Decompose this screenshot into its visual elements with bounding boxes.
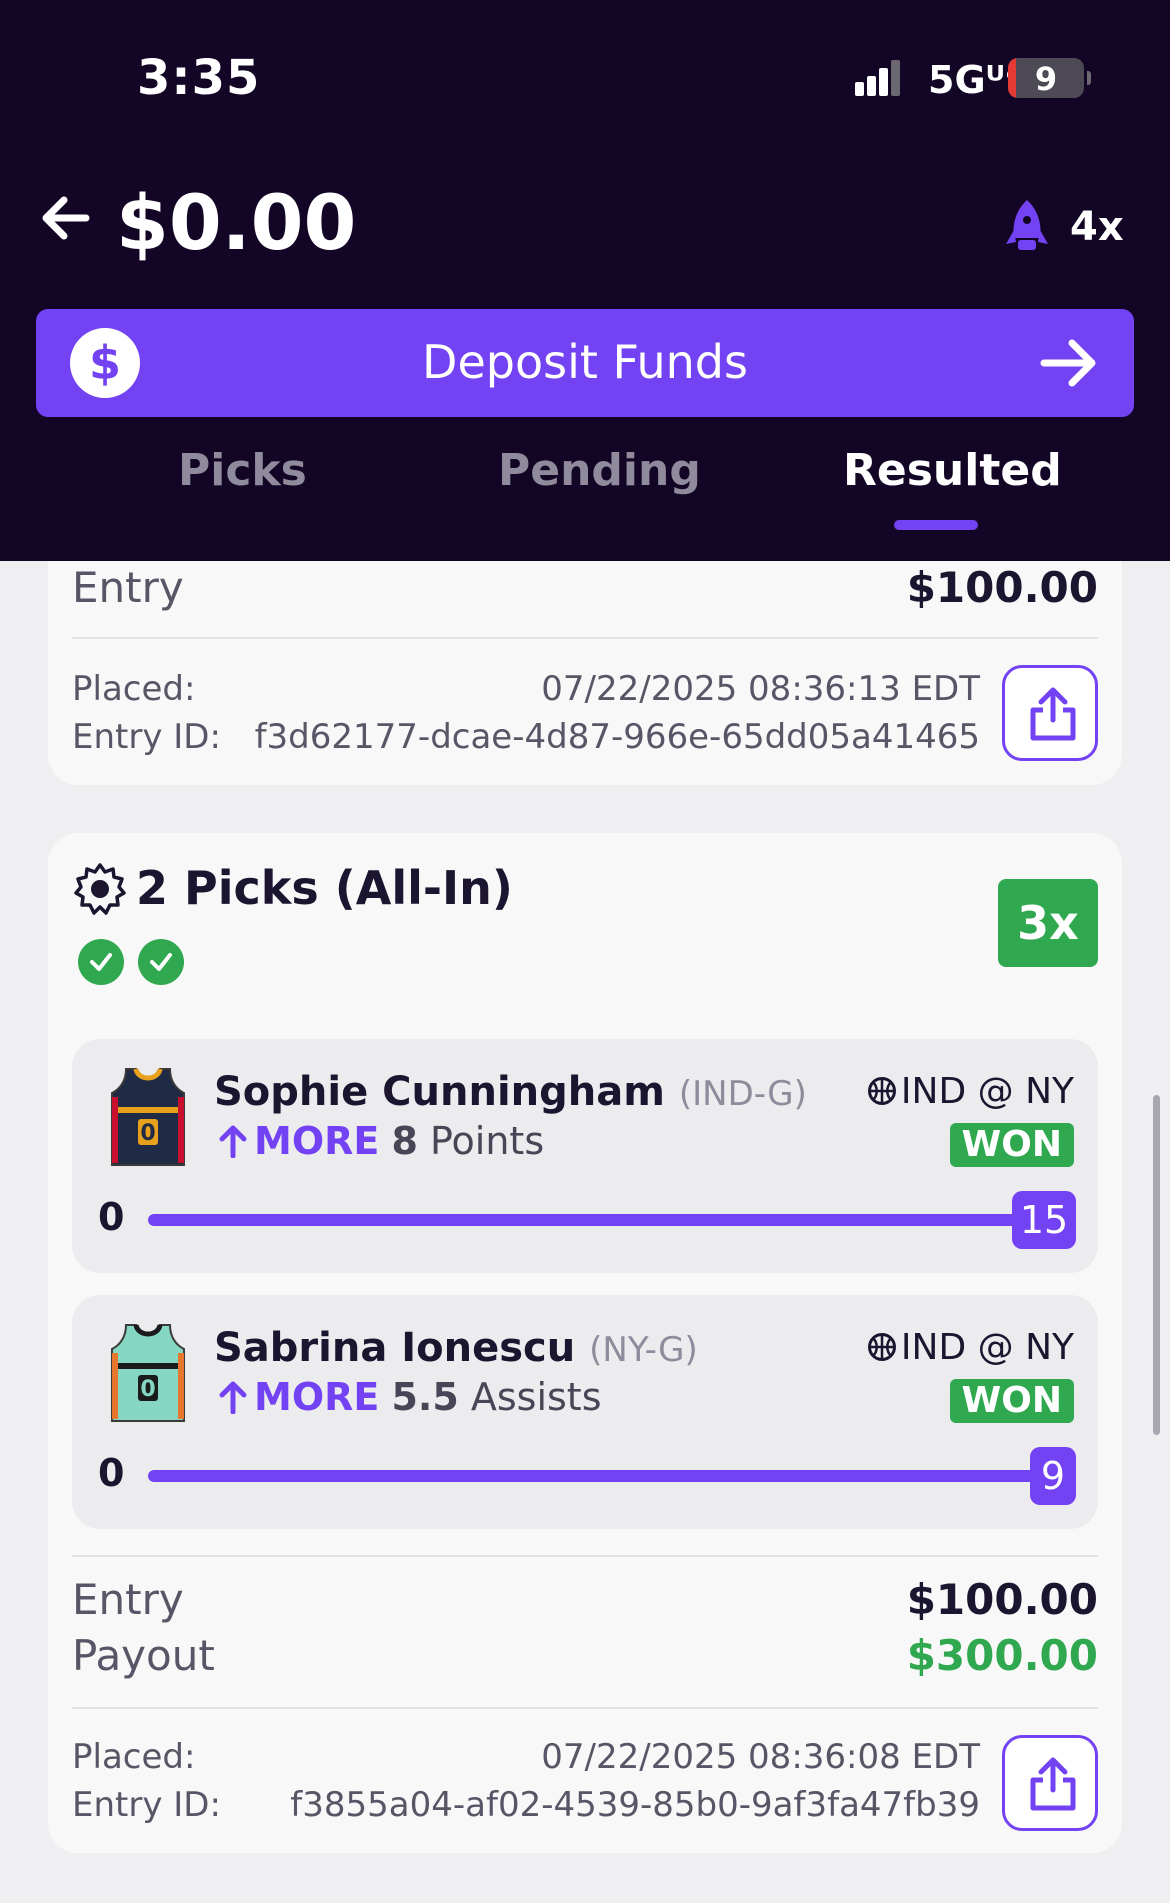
stat-final-value: 9 (1030, 1447, 1076, 1505)
player-position: (NY-G) (589, 1330, 698, 1370)
result-badge: WON (949, 1123, 1074, 1167)
game-matchup: IND @ NY (867, 1071, 1074, 1112)
tab-resulted[interactable]: Resulted (843, 445, 1062, 496)
tab-picks[interactable]: Picks (178, 445, 307, 496)
payout-amount: $300.00 (906, 1631, 1098, 1680)
stat-final-value: 15 (1012, 1191, 1076, 1249)
player-position: (IND-G) (678, 1074, 807, 1114)
tab-pending[interactable]: Pending (498, 445, 701, 496)
basketball-icon (867, 1333, 896, 1361)
scrollbar[interactable] (1153, 1095, 1160, 1435)
stat-progress-bar (148, 1214, 1068, 1226)
stat-line-value: 5.5 (391, 1375, 459, 1419)
account-balance: $0.00 (116, 178, 357, 267)
check-circle-icon (138, 939, 184, 985)
gear-badge-icon (74, 863, 126, 915)
stat-line-value: 8 (391, 1119, 418, 1163)
arrow-right-icon (1040, 339, 1096, 387)
entry-amount: $100.00 (906, 563, 1098, 612)
progress-min: 0 (98, 1451, 125, 1495)
deposit-funds-button[interactable]: $ Deposit Funds (36, 309, 1134, 417)
share-button[interactable] (1002, 665, 1098, 761)
share-icon (1030, 687, 1076, 741)
divider (72, 637, 1098, 639)
entry-label: Entry (72, 563, 184, 612)
jersey-icon: 0 (111, 1068, 185, 1166)
pick-row[interactable]: 0 Sophie Cunningham (IND-G) MORE 8 Point… (72, 1039, 1098, 1273)
progress-min: 0 (98, 1195, 125, 1239)
deposit-funds-label: Deposit Funds (422, 335, 748, 389)
direction-label: MORE (254, 1375, 380, 1419)
arrow-up-icon (219, 1125, 247, 1158)
share-icon (1030, 1757, 1076, 1811)
battery-icon: 9 (1008, 58, 1084, 98)
stat-type: Points (429, 1119, 545, 1163)
battery-tip (1087, 71, 1091, 85)
arrow-up-icon (219, 1381, 247, 1414)
entry-card: 2 Picks (All-In) 3x 0 Sophie Cunningham … (48, 833, 1122, 1853)
svg-text:0: 0 (140, 1377, 155, 1402)
payout-multiplier-badge: 3x (998, 879, 1098, 967)
basketball-icon (867, 1077, 896, 1105)
pick-row[interactable]: 0 Sabrina Ionescu (NY-G) MORE 5.5 Assist… (72, 1295, 1098, 1529)
cellular-signal-icon (855, 60, 901, 96)
entry-id-value: f3855a04-af02-4539-85b0-9af3fa47fb39 (290, 1785, 980, 1825)
network-type: 5Gᵁᶜ (928, 58, 1021, 102)
divider (72, 1707, 1098, 1709)
active-tab-indicator (894, 520, 978, 530)
result-badge: WON (949, 1379, 1074, 1423)
placed-label: Placed: (72, 669, 196, 709)
rocket-boost-icon[interactable] (1004, 198, 1050, 254)
back-arrow-icon[interactable] (36, 188, 96, 248)
player-name: Sophie Cunningham (IND-G) (214, 1069, 807, 1115)
divider (72, 1555, 1098, 1557)
svg-text:0: 0 (140, 1121, 155, 1146)
pick-projection: MORE 8 Points (218, 1119, 544, 1163)
share-button[interactable] (1002, 1735, 1098, 1831)
check-circle-icon (78, 939, 124, 985)
entry-title: 2 Picks (All-In) (136, 861, 513, 915)
entry-card-previous: Entry $100.00 Placed: 07/22/2025 08:36:1… (48, 561, 1122, 785)
entry-id-value: f3d62177-dcae-4d87-966e-65dd05a41465 (254, 717, 980, 757)
pick-projection: MORE 5.5 Assists (218, 1375, 602, 1419)
app-header: 3:35 5Gᵁᶜ 9 $0.00 4x $ Deposit Funds Pic… (0, 0, 1170, 561)
entry-amount: $100.00 (906, 1575, 1098, 1624)
jersey-icon: 0 (111, 1324, 185, 1422)
placed-timestamp: 07/22/2025 08:36:08 EDT (541, 1737, 980, 1777)
status-time: 3:35 (137, 50, 261, 106)
direction-label: MORE (254, 1119, 380, 1163)
entry-id-label: Entry ID: (72, 1785, 221, 1825)
placed-label: Placed: (72, 1737, 196, 1777)
battery-level: 9 (1034, 60, 1058, 98)
entry-id-label: Entry ID: (72, 717, 221, 757)
player-name: Sabrina Ionescu (NY-G) (214, 1325, 698, 1371)
placed-timestamp: 07/22/2025 08:36:13 EDT (541, 669, 980, 709)
entry-label: Entry (72, 1575, 184, 1624)
payout-label: Payout (72, 1631, 215, 1680)
stat-progress-bar (148, 1470, 1068, 1482)
boost-multiplier[interactable]: 4x (1070, 204, 1124, 250)
game-matchup: IND @ NY (867, 1327, 1074, 1368)
stat-type: Assists (470, 1375, 602, 1419)
